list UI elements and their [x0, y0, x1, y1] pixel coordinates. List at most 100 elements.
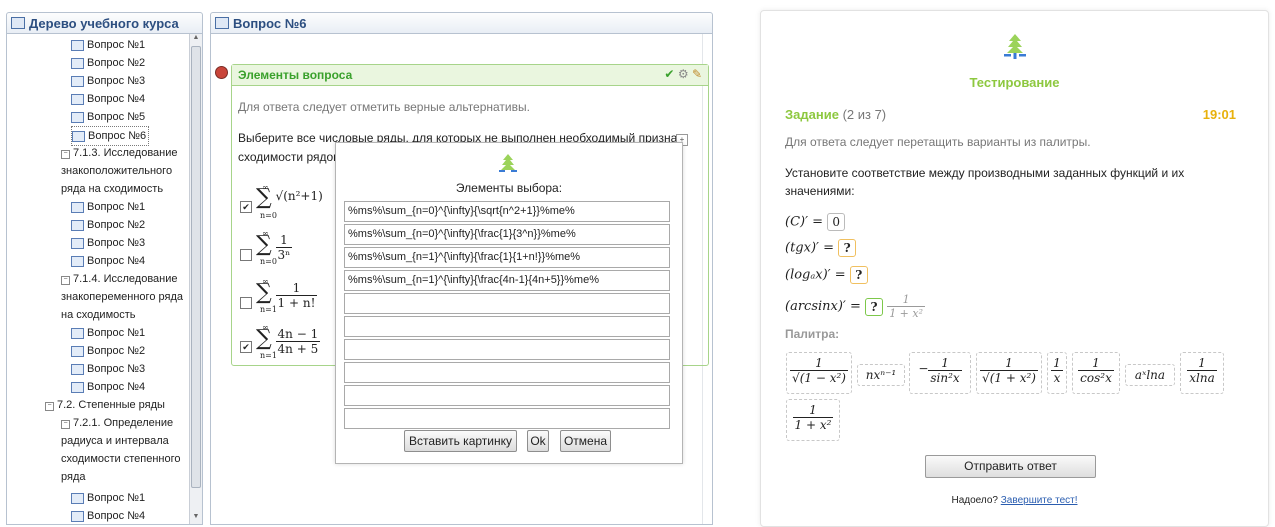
collapse-icon[interactable]: − — [61, 276, 70, 285]
tree-item-question[interactable]: Вопрос №1 — [71, 324, 145, 342]
tree-item-question[interactable]: Вопрос №4 — [71, 378, 145, 396]
palette-item[interactable]: nxⁿ⁻¹ — [857, 364, 905, 386]
option-checkbox[interactable] — [240, 249, 252, 261]
logo-icon — [499, 154, 517, 172]
minus-sign: − — [918, 361, 929, 376]
course-tree-body[interactable]: Вопрос №1 Вопрос №2 Вопрос №3 Вопрос №4 … — [6, 34, 203, 525]
palette-item[interactable]: −1 sin²x — [909, 352, 971, 394]
answer-slot[interactable]: 0 — [827, 213, 846, 231]
question-icon — [71, 346, 84, 357]
answer-slot[interactable]: ? — [838, 239, 857, 257]
palette-item[interactable]: 1 cos²x — [1072, 352, 1120, 394]
tree-item-question[interactable]: Вопрос №1 — [71, 36, 145, 54]
choice-field[interactable]: %ms%\sum_{n=1}^{\infty}{\frac{1}{1+n!}}%… — [344, 247, 670, 268]
option-checkbox[interactable] — [240, 297, 252, 309]
palette-item[interactable]: aˣlna — [1125, 364, 1175, 386]
choice-list: %ms%\sum_{n=0}^{\infty}{\sqrt{n^2+1}}%me… — [344, 201, 670, 431]
quit-prompt: Надоело? Завершите тест! — [761, 495, 1268, 506]
palette-item[interactable]: 1 √(1 − x²) — [786, 352, 852, 394]
choice-field[interactable]: %ms%\sum_{n=1}^{\infty}{\frac{4n-1}{4n+5… — [344, 270, 670, 291]
tree-scrollbar[interactable]: ▲ ▼ — [189, 34, 202, 524]
choice-field[interactable] — [344, 339, 670, 360]
task-word: Задание — [785, 107, 839, 122]
checkmark-icon[interactable]: ✔ — [664, 67, 674, 81]
tree-section[interactable]: −7.1.3. Исследование — [61, 144, 178, 162]
frac-den: cos²x — [1080, 371, 1112, 385]
scroll-thumb[interactable] — [191, 46, 201, 488]
ok-button[interactable]: Ok — [527, 430, 549, 452]
palette-item[interactable]: 11 + x² — [786, 399, 840, 441]
tree-section-label: радиуса и интервала — [61, 435, 169, 447]
palette-label: Палитра: — [785, 327, 840, 341]
course-tree-header: Дерево учебного курса — [6, 12, 203, 34]
tree-item-question[interactable]: Вопрос №4 — [71, 90, 145, 108]
frac-num: 4n − 1 — [275, 327, 321, 342]
tree-section-label: на сходимость — [61, 309, 136, 321]
answer-slot[interactable]: ? — [865, 297, 884, 316]
tree-item-label: Вопрос №4 — [87, 510, 146, 522]
tree-item-question[interactable]: Вопрос №2 — [71, 216, 145, 234]
choice-field[interactable] — [344, 385, 670, 406]
option-formula: ∞ ∑ 11 + n! n=1 — [256, 277, 318, 314]
question-icon — [71, 382, 84, 393]
insert-image-button[interactable]: Вставить картинку — [404, 430, 517, 452]
choice-field[interactable] — [344, 362, 670, 383]
submit-answer-button[interactable]: Отправить ответ — [925, 455, 1096, 478]
sum-lower: n=1 — [260, 351, 277, 360]
dialog-title: Элементы выбора: — [455, 181, 563, 195]
palette-item[interactable]: 1 √(1 + x²) — [976, 352, 1042, 394]
collapse-icon[interactable]: − — [61, 150, 70, 159]
answer-slot[interactable]: ? — [849, 266, 868, 284]
palette-item[interactable]: 1x — [1047, 352, 1067, 394]
tree-item-question[interactable]: Вопрос №3 — [71, 360, 145, 378]
edit-icon[interactable]: ✎ — [692, 67, 702, 81]
tree-section-label: знакопеременного ряда — [61, 291, 183, 303]
tree-item-question[interactable]: Вопрос №3 — [71, 234, 145, 252]
choice-field[interactable]: %ms%\sum_{n=0}^{\infty}{\sqrt{n^2+1}}%me… — [344, 201, 670, 222]
tree-item-question[interactable]: Вопрос №1 — [71, 489, 145, 507]
dragged-item[interactable]: 11 + x² — [887, 293, 926, 320]
choice-field[interactable] — [344, 408, 670, 429]
choice-field[interactable] — [344, 316, 670, 337]
equation-row: (logₐx)′ = ? — [785, 266, 868, 284]
tree-section-label: ряда — [61, 471, 86, 483]
tree-item-question[interactable]: Вопрос №2 — [71, 54, 145, 72]
task-count: (2 из 7) — [842, 107, 887, 122]
tree-item-question[interactable]: Вопрос №3 — [71, 72, 145, 90]
tree-section[interactable]: −7.1.4. Исследование — [61, 270, 178, 288]
cancel-button[interactable]: Отмена — [560, 430, 611, 452]
gear-icon[interactable]: ⚙ — [678, 67, 689, 81]
option-formula: ∞ ∑ 1 3ⁿ n=0 — [256, 229, 293, 266]
equation-row: (tgx)′ = ? — [785, 239, 857, 257]
question-icon — [72, 131, 85, 142]
frac-den: xlna — [1189, 371, 1215, 385]
collapse-icon[interactable]: − — [61, 420, 70, 429]
finish-test-link[interactable]: Завершите тест! — [1001, 495, 1078, 506]
tree-section[interactable]: −7.2.1. Определение — [61, 414, 173, 432]
equation-lhs: (C)′ = — [785, 214, 824, 230]
question-icon — [71, 493, 84, 504]
tree-item-question[interactable]: Вопрос №2 — [71, 342, 145, 360]
choice-field[interactable] — [344, 293, 670, 314]
sum-upper: ∞ — [262, 323, 269, 332]
frac-num: 1 — [792, 403, 834, 418]
option-checkbox[interactable]: ✔ — [240, 201, 252, 213]
tree-item-question[interactable]: Вопрос №4 — [71, 252, 145, 270]
option-checkbox[interactable]: ✔ — [240, 341, 252, 353]
tree-item-question[interactable]: Вопрос №1 — [71, 198, 145, 216]
choice-field[interactable]: %ms%\sum_{n=0}^{\infty}{\frac{1}{3^n}}%m… — [344, 224, 670, 245]
frac-den: sin²x — [930, 371, 960, 385]
scroll-up-icon[interactable]: ▲ — [190, 34, 202, 45]
palette-item[interactable]: 1 xlna — [1180, 352, 1224, 394]
settings-icon[interactable] — [215, 66, 228, 79]
scroll-down-icon[interactable]: ▼ — [190, 513, 202, 524]
collapse-icon[interactable]: − — [45, 402, 54, 411]
tree-item-question[interactable]: Вопрос №4 — [71, 507, 146, 524]
tree-item-question[interactable]: Вопрос №5 — [71, 108, 145, 126]
question-icon — [71, 40, 84, 51]
tree-item-question-selected[interactable]: Вопрос №6 — [71, 126, 150, 146]
tree-section[interactable]: −7.2. Степенные ряды — [45, 396, 165, 414]
task-indicator: Задание (2 из 7) — [785, 107, 886, 122]
sum-lower: n=0 — [260, 211, 277, 220]
frac-num: 1 — [1051, 356, 1063, 371]
